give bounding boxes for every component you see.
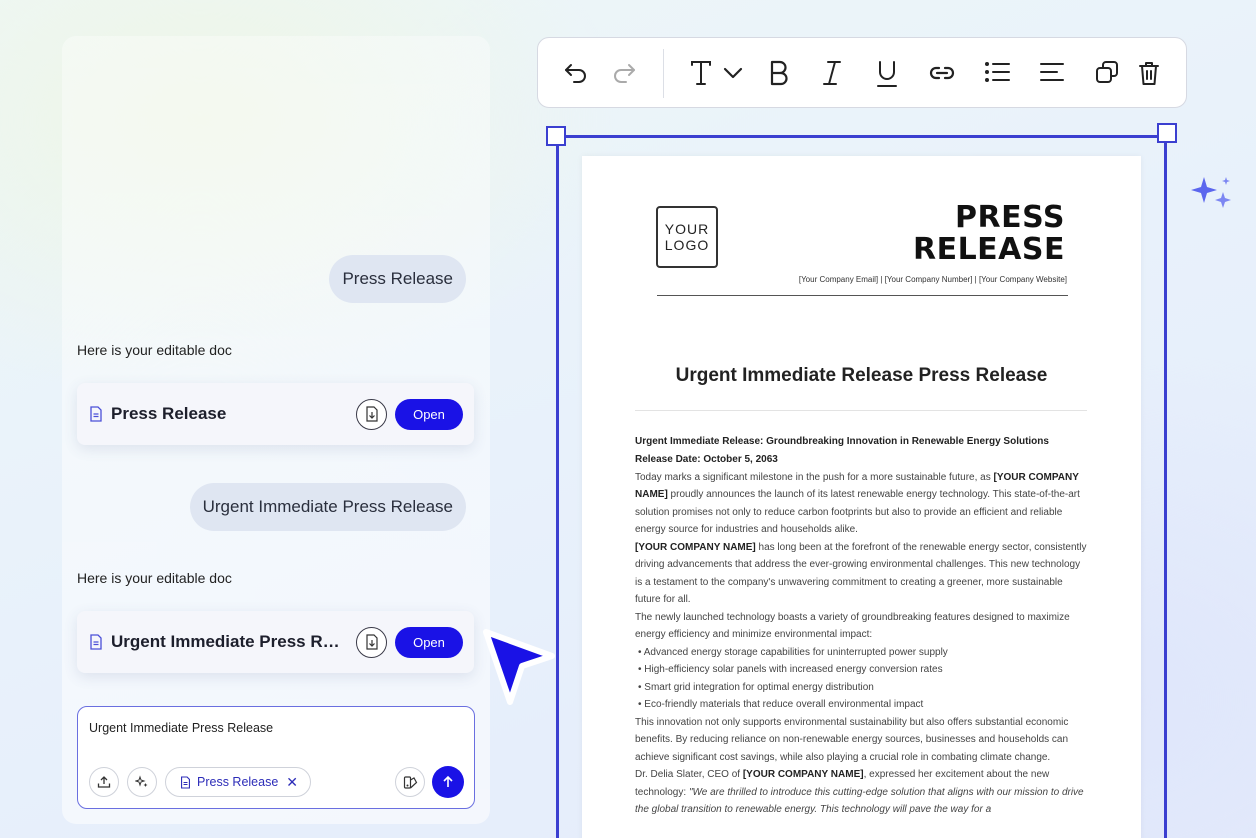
doc-card-title: Urgent Immediate Press Release — [111, 632, 348, 651]
bold-button[interactable] — [768, 60, 790, 86]
link-icon — [929, 66, 955, 80]
list-item: • High-efficiency solar panels with incr… — [638, 664, 943, 675]
document-icon — [90, 634, 102, 650]
divider — [657, 295, 1068, 296]
download-button[interactable] — [356, 626, 387, 658]
text-style-icon — [691, 61, 711, 85]
download-file-icon — [365, 406, 378, 422]
open-button[interactable]: Open — [395, 398, 463, 430]
release-date: Release Date: October 5, 2063 — [635, 454, 778, 465]
italic-icon — [823, 61, 841, 85]
align-button[interactable] — [1039, 60, 1065, 84]
title-line: RELEASE — [912, 232, 1065, 267]
document-subheading: Urgent Immediate Release: Groundbreaking… — [635, 436, 1049, 447]
paragraph: Today marks a significant milestone in t… — [635, 471, 1080, 536]
contact-info[interactable]: [Your Company Email] | [Your Company Num… — [799, 275, 1067, 284]
undo-button[interactable] — [563, 60, 589, 84]
chevron-down-icon — [723, 67, 743, 79]
send-button[interactable] — [432, 766, 464, 798]
sparkle-icon — [1191, 177, 1231, 208]
palette-icon — [403, 775, 417, 789]
user-message: Urgent Immediate Press Release — [189, 483, 466, 531]
upload-icon — [97, 776, 111, 788]
bullet-list-button[interactable] — [984, 60, 1010, 84]
upload-button[interactable] — [89, 767, 119, 797]
editor-toolbar — [537, 37, 1187, 108]
download-button[interactable] — [356, 398, 387, 430]
resize-handle[interactable] — [546, 126, 566, 146]
redo-button[interactable] — [611, 60, 637, 84]
document-icon — [90, 406, 102, 422]
underline-icon — [877, 61, 897, 87]
bold-icon — [770, 60, 788, 86]
toolbar-divider — [663, 49, 664, 98]
list-icon — [985, 62, 1010, 82]
close-icon[interactable]: ✕ — [286, 774, 298, 791]
delete-button[interactable] — [1138, 60, 1160, 86]
text-style-dropdown[interactable] — [690, 60, 744, 86]
download-file-icon — [365, 634, 378, 650]
logo-placeholder[interactable]: YOUR LOGO — [656, 206, 718, 268]
list-item: • Advanced energy storage capabilities f… — [638, 646, 948, 658]
chat-panel: Press Release Here is your editable doc … — [62, 36, 490, 824]
assistant-message: Here is your editable doc — [77, 570, 232, 586]
document-icon — [181, 775, 190, 789]
arrow-up-icon — [443, 775, 453, 787]
italic-button[interactable] — [822, 60, 842, 86]
duplicate-icon — [1096, 61, 1118, 83]
doc-card[interactable]: Press Release Open — [77, 383, 474, 445]
paragraph: The newly launched technology boasts a v… — [635, 611, 1070, 641]
message-composer[interactable]: Urgent Immediate Press Release Press Rel… — [77, 706, 475, 809]
user-message: Press Release — [329, 255, 466, 303]
logo-text: YOUR — [664, 221, 710, 237]
doc-card-title: Press Release — [111, 404, 227, 423]
align-icon — [1040, 63, 1064, 81]
composer-input[interactable]: Urgent Immediate Press Release — [89, 721, 273, 735]
list-item: • Eco-friendly materials that reduce ove… — [638, 699, 924, 710]
paragraph: Dr. Delia Slater, CEO of [YOUR COMPANY N… — [635, 769, 1084, 815]
duplicate-button[interactable] — [1095, 60, 1119, 84]
undo-icon — [565, 64, 586, 83]
paragraph: [YOUR COMPANY NAME] has long been at the… — [635, 541, 1087, 606]
document-title[interactable]: PRESS RELEASE — [913, 202, 1065, 266]
divider — [635, 410, 1087, 411]
resize-handle[interactable] — [1157, 123, 1177, 143]
document-heading[interactable]: Urgent Immediate Release Press Release — [582, 365, 1141, 387]
link-button[interactable] — [929, 60, 955, 86]
open-button[interactable]: Open — [395, 626, 463, 658]
document-page[interactable]: YOUR LOGO PRESS RELEASE [Your Company Em… — [582, 156, 1141, 838]
trash-icon — [1139, 62, 1159, 85]
template-button[interactable] — [395, 767, 425, 797]
underline-button[interactable] — [876, 60, 898, 88]
title-line: PRESS — [955, 200, 1065, 235]
document-body[interactable]: Urgent Immediate Release: Groundbreaking… — [635, 433, 1087, 819]
assistant-message: Here is your editable doc — [77, 342, 232, 358]
cursor-pointer-icon — [483, 629, 555, 705]
paragraph: This innovation not only supports enviro… — [635, 716, 1069, 763]
ai-magic-button[interactable] — [127, 767, 157, 797]
redo-icon — [614, 64, 635, 83]
doc-card[interactable]: Urgent Immediate Press Release Open — [77, 611, 474, 673]
context-chip[interactable]: Press Release ✕ — [165, 767, 311, 797]
logo-text: LOGO — [664, 237, 710, 253]
sparkle-icon — [135, 775, 148, 787]
list-item: • Smart grid integration for optimal ene… — [638, 681, 874, 693]
chip-label: Press Release — [197, 775, 279, 789]
